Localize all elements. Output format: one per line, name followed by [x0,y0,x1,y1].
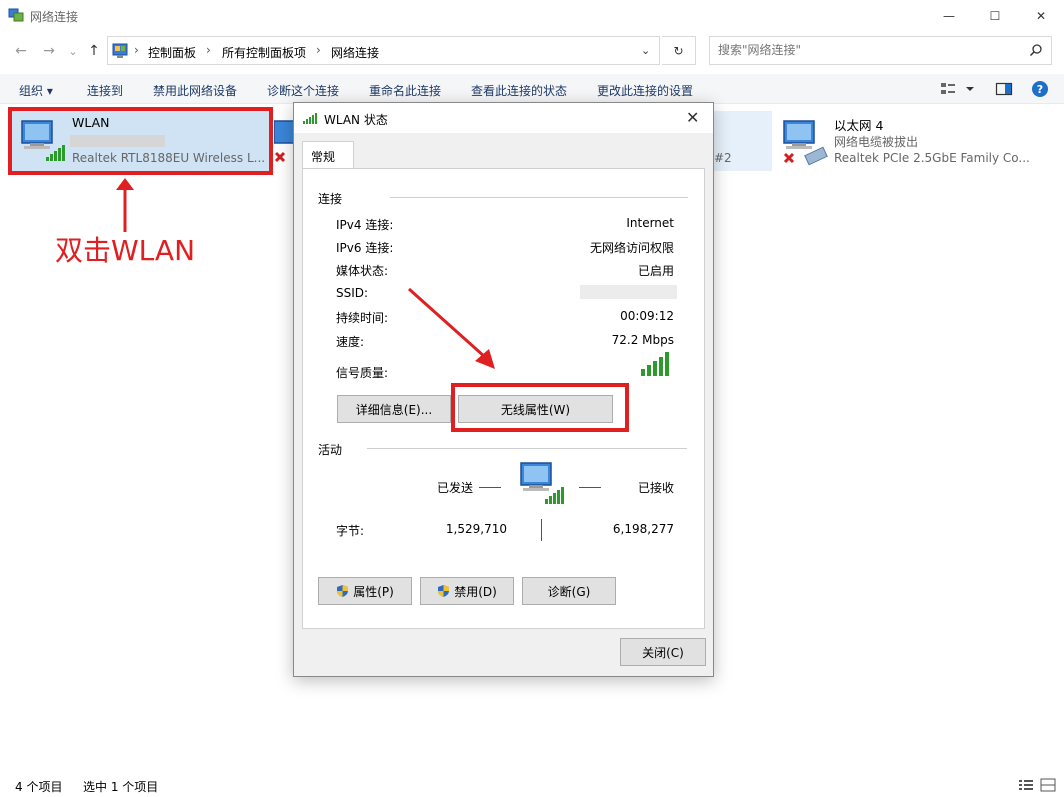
ipv4-label: IPv4 连接: [336,218,394,232]
diagnose-button[interactable]: 诊断(G) [522,577,616,605]
breadcrumb-separator: › [206,43,211,57]
tab-general[interactable]: 常规 [302,141,354,169]
command-bar: 组织 ▾ 连接到 禁用此网络设备 诊断这个连接 重命名此连接 查看此连接的状态 … [0,74,1064,104]
address-bar[interactable]: › 控制面板 › 所有控制面板项 › 网络连接 ⌄ [107,36,660,65]
disable-device-button[interactable]: 禁用此网络设备 [153,82,237,99]
received-line [579,487,601,488]
recent-locations-button[interactable]: ⌄ [64,42,82,60]
search-box[interactable] [709,36,1052,65]
annotation-highlight-wlan [8,107,273,175]
details-button[interactable]: 详细信息(E)... [337,395,451,423]
properties-button[interactable]: 属性(P) [318,577,412,605]
network-activity-icon [520,462,564,504]
network-item-device: Realtek PCIe 2.5GbE Family Co... [834,151,1030,165]
maximize-button[interactable]: ☐ [972,0,1018,32]
uac-shield-icon [337,585,349,597]
wlan-status-dialog: WLAN 状态 ✕ 常规 连接 IPv4 连接: Internet IPv6 连… [293,102,714,677]
change-settings-button[interactable]: 更改此连接的设置 [597,82,693,99]
annotation-arrow-diagonal [407,287,495,369]
media-state-label: 媒体状态: [336,264,389,278]
dialog-title-bar: WLAN 状态 ✕ [294,103,713,133]
title-bar: 网络连接 — ☐ ✕ [0,0,1064,32]
group-divider [390,197,688,198]
ipv6-label: IPv6 连接: [336,241,394,255]
duration-value: 00:09:12 [620,309,674,323]
network-item-bluetooth[interactable]: #2 [714,111,772,171]
dialog-close-icon[interactable]: ✕ [686,108,699,127]
breadcrumb-separator: › [134,43,139,57]
up-button[interactable]: ↑ [85,42,103,60]
sent-label: 已发送 [437,481,474,495]
address-dropdown-icon[interactable]: ⌄ [641,44,650,57]
general-panel: 连接 IPv4 连接: Internet IPv6 连接: 无网络访问权限 媒体… [302,168,705,629]
network-item-ethernet-4[interactable]: 以太网 4 网络电缆被拔出 Realtek PCIe 2.5GbE Family… [778,111,1058,171]
svg-text:?: ? [1037,83,1043,96]
bytes-sent-value: 1,529,710 [445,522,507,536]
signal-quality-label: 信号质量: [336,366,389,380]
search-icon [1029,44,1042,57]
annotation-highlight-wireless-properties [451,383,629,432]
breadcrumb-all-items[interactable]: 所有控制面板项 [222,44,306,61]
search-input[interactable] [718,43,1018,57]
back-button[interactable]: ← [12,42,30,60]
breadcrumb-network-connections[interactable]: 网络连接 [331,44,379,61]
large-icons-view-icon[interactable] [1040,778,1056,792]
group-divider [367,448,687,449]
sent-line [479,487,501,488]
ssid-label: SSID: [336,286,369,300]
close-window-button[interactable]: ✕ [1018,0,1064,32]
annotation-double-click-wlan: 双击WLAN [55,234,196,267]
activity-group-label: 活动 [318,443,343,457]
network-item-name: 以太网 4 [834,118,884,133]
breadcrumb-control-panel[interactable]: 控制面板 [148,44,196,61]
refresh-button[interactable]: ↻ [662,36,696,65]
details-view-icon[interactable] [1018,778,1034,792]
disable-button[interactable]: 禁用(D) [420,577,514,605]
signal-strength-icon [303,113,317,124]
network-item-status: 网络电缆被拔出 [834,135,919,149]
minimize-button[interactable]: — [926,0,972,32]
speed-label: 速度: [336,335,365,349]
received-label: 已接收 [637,481,674,495]
signal-quality-bars-icon [641,352,669,376]
duration-label: 持续时间: [336,311,389,325]
help-icon[interactable]: ? [1031,80,1049,98]
dialog-title: WLAN 状态 [324,113,388,127]
dialog-close-button[interactable]: 关闭(C) [620,638,706,666]
rename-connection-button[interactable]: 重命名此连接 [369,82,441,99]
control-panel-icon [112,43,128,58]
connection-group-label: 连接 [318,192,343,206]
connect-to-button[interactable]: 连接到 [87,82,123,99]
view-status-button[interactable]: 查看此连接的状态 [471,82,567,99]
uac-shield-icon [438,585,450,597]
annotation-arrow-up [116,178,134,232]
breadcrumb-separator: › [316,43,321,57]
ipv4-value: Internet [626,216,674,230]
network-item-device: #2 [714,151,732,165]
ethernet-adapter-icon [783,120,828,166]
ipv6-value: 无网络访问权限 [589,241,674,255]
network-connections-icon [8,8,24,22]
redacted-ssid [580,285,677,299]
media-state-value: 已启用 [637,264,674,278]
selected-count: 选中 1 个项目 [83,780,159,794]
speed-value: 72.2 Mbps [611,333,674,347]
item-count: 4 个项目 [15,780,63,794]
status-bar: 4 个项目 选中 1 个项目 [0,774,1064,797]
bytes-received-value: 6,198,277 [612,522,674,536]
navigation-row: ← → ⌄ ↑ › 控制面板 › 所有控制面板项 › 网络连接 ⌄ ↻ [0,32,1064,70]
bytes-label: 字节: [336,524,365,538]
forward-button[interactable]: → [40,42,58,60]
diagnose-connection-button[interactable]: 诊断这个连接 [267,82,339,99]
window-title: 网络连接 [30,10,79,24]
view-options-icon[interactable] [940,80,976,98]
organize-menu[interactable]: 组织 ▾ [19,82,53,99]
bytes-divider [541,519,542,541]
preview-pane-icon[interactable] [995,80,1013,98]
